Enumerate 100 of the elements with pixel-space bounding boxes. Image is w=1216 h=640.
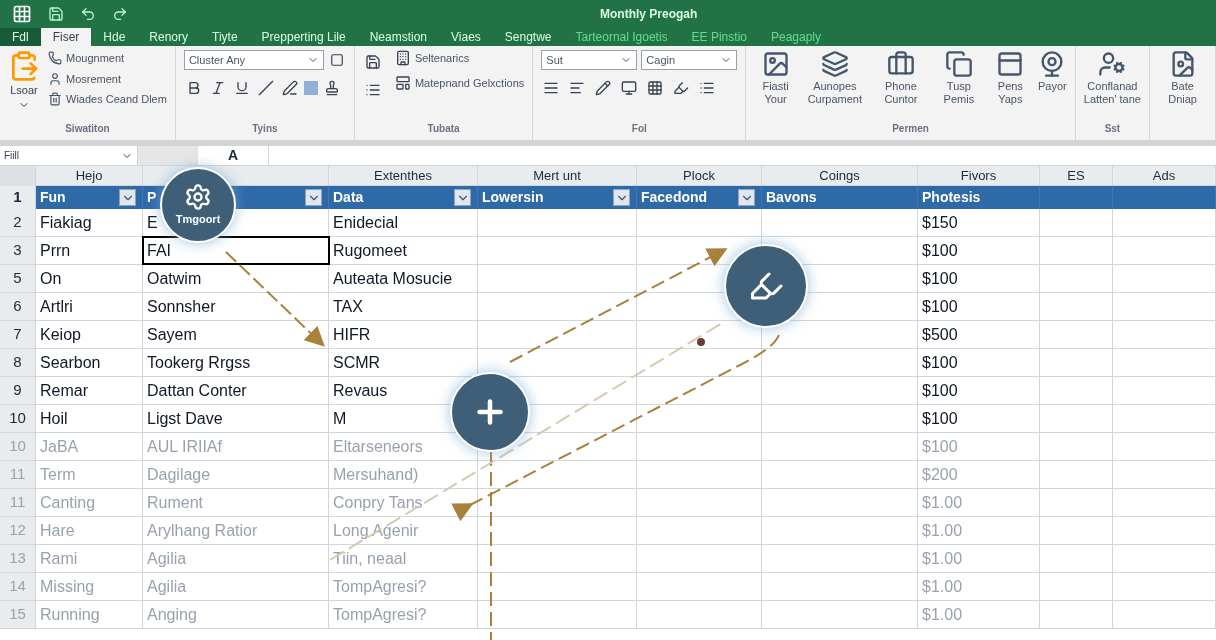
group-label: Fol bbox=[630, 122, 648, 136]
column-header: Mert unt bbox=[533, 167, 581, 185]
floating-action-bubble[interactable] bbox=[450, 372, 530, 452]
filter-button[interactable] bbox=[454, 189, 471, 206]
ribbon-large-button[interactable]: Payor bbox=[1037, 50, 1067, 106]
ribbon-tab[interactable]: Hde bbox=[91, 28, 138, 46]
table-cell-text: $100 bbox=[922, 268, 958, 289]
ribbon-large-button[interactable]: Pens Yaps bbox=[988, 50, 1032, 106]
filter-button[interactable] bbox=[119, 189, 136, 206]
table-cell-text: Eltarseneors bbox=[333, 436, 423, 457]
ribbon-tab[interactable]: Viaes bbox=[439, 28, 493, 46]
ribbon-tab[interactable]: Neamstion bbox=[357, 28, 440, 46]
table-cell-text: Running bbox=[40, 604, 100, 625]
ribbon-command[interactable]: Wiades Ceand Dlem bbox=[48, 91, 167, 108]
table-cell-text: Oatwim bbox=[147, 268, 202, 289]
ribbon-tab[interactable]: Tiyte bbox=[200, 28, 250, 46]
table-cell-text: Remar bbox=[40, 380, 88, 401]
table-cell-text: JaBA bbox=[40, 436, 79, 457]
table-cell-text: On bbox=[40, 268, 62, 289]
table-cell-text: Sayem bbox=[147, 324, 197, 345]
table-cell-text: Agilia bbox=[147, 576, 187, 597]
table-cell-text: $100 bbox=[922, 408, 958, 429]
copy-icon bbox=[944, 50, 973, 78]
table-header-cell-text: Photesis bbox=[922, 188, 981, 207]
column-header: Plock bbox=[683, 167, 715, 185]
ribbon-large-button[interactable]: Fiasti Your bbox=[754, 50, 797, 106]
group-label: Permen bbox=[891, 122, 930, 136]
person-icon bbox=[1098, 50, 1127, 78]
table-cell-text: $500 bbox=[922, 324, 958, 345]
table-cell-text: Enidecial bbox=[333, 212, 398, 233]
ribbon-command[interactable]: Seltenarics bbox=[394, 50, 525, 67]
column-header: Ads bbox=[1152, 167, 1176, 185]
ribbon-tab[interactable]: Fiser bbox=[40, 28, 92, 46]
group-label: Siwatiton bbox=[64, 122, 111, 136]
ribbon-large-button[interactable]: Phone Cuntor bbox=[872, 50, 930, 106]
table-cell-text: Dattan Conter bbox=[147, 380, 247, 401]
ribbon-tab[interactable]: Prepperting Lile bbox=[249, 28, 358, 46]
ribbon-command[interactable]: Mosrement bbox=[48, 70, 167, 87]
font-dropdown[interactable]: Cluster Any bbox=[183, 50, 324, 70]
table-cell-text: Agilia bbox=[147, 548, 187, 569]
fill-color-swatch[interactable] bbox=[303, 81, 318, 95]
table-cell-text: Conpry Tans bbox=[333, 492, 423, 513]
table-cell-text: Dagilage bbox=[147, 464, 211, 485]
function-button[interactable]: A bbox=[198, 146, 268, 165]
table-cell-text: $1.00 bbox=[922, 548, 963, 569]
table-cell-text: Prrn bbox=[40, 240, 71, 261]
table-cell-text: FAI bbox=[147, 240, 171, 261]
table-cell-text: $100 bbox=[922, 296, 958, 317]
row-number: 14 bbox=[0, 573, 36, 600]
table-header-cell-text: Facedond bbox=[641, 188, 708, 207]
table-header-cell-text: P bbox=[147, 188, 157, 207]
dot bbox=[697, 338, 705, 346]
undo-icon bbox=[80, 6, 96, 22]
table-cell-text: E bbox=[147, 212, 158, 233]
group-label: Tyins bbox=[251, 122, 279, 136]
picture-icon bbox=[761, 50, 790, 78]
table-cell-text: Long Agenir bbox=[333, 520, 419, 541]
ribbon-command[interactable]: Mougnment bbox=[48, 50, 167, 67]
table-cell-text: Rument bbox=[147, 492, 204, 513]
row-number: 10 bbox=[0, 405, 36, 432]
table-cell-text: $1.00 bbox=[922, 576, 963, 597]
layers-icon bbox=[820, 50, 849, 78]
table-cell-text: Searbon bbox=[40, 352, 101, 373]
row-number: 11 bbox=[0, 461, 36, 488]
style-dropdown[interactable]: Sut bbox=[541, 50, 638, 70]
ribbon-large-button[interactable]: Tusp Pemis bbox=[935, 50, 983, 106]
table-cell-text: Anging bbox=[147, 604, 197, 625]
table-cell-text: Mersuhand) bbox=[333, 464, 419, 485]
ribbon-large-button[interactable]: Conflanad Latten' tane bbox=[1083, 50, 1142, 106]
row-number: 6 bbox=[0, 293, 36, 320]
table-cell-text: TAX bbox=[333, 296, 363, 317]
table-cell-text: Tookerg Rrgss bbox=[147, 352, 251, 373]
ribbon-large-button[interactable]: Bate Dniap bbox=[1158, 50, 1207, 106]
row-number: 15 bbox=[0, 601, 36, 628]
group-label: Tubata bbox=[426, 122, 461, 136]
table-cell-text: Tiin, neaal bbox=[333, 548, 407, 569]
table-cell-text: $100 bbox=[922, 240, 958, 261]
filter-button[interactable] bbox=[738, 189, 755, 206]
table-cell-text: Arylhang Ratior bbox=[147, 520, 258, 541]
table-cell-text: AUL IRIIAf bbox=[147, 436, 222, 457]
row-number: 3 bbox=[0, 237, 36, 264]
redo-icon bbox=[112, 6, 128, 22]
ribbon-large-button[interactable]: Aunopes Curpament bbox=[802, 50, 867, 106]
table-cell-text: Term bbox=[40, 464, 76, 485]
phone-icon bbox=[48, 51, 62, 66]
window-icon bbox=[996, 50, 1025, 78]
filter-button[interactable] bbox=[613, 189, 630, 206]
paste-button[interactable]: Lsoar bbox=[8, 50, 40, 111]
ribbon-command[interactable]: Matepnand Gelxctions bbox=[394, 74, 525, 91]
column-header: Fivors bbox=[960, 167, 997, 185]
table-cell-text: Keiop bbox=[40, 324, 81, 345]
floating-action-bubble[interactable] bbox=[724, 244, 808, 328]
row-number: 10 bbox=[0, 433, 36, 460]
table-cell-text: $1.00 bbox=[922, 604, 963, 625]
filter-button[interactable] bbox=[305, 189, 322, 206]
table-header-cell-text: Data bbox=[333, 188, 364, 207]
style-dropdown[interactable]: Cagin bbox=[641, 50, 738, 70]
ribbon-tab[interactable]: Sengtwe bbox=[492, 28, 564, 46]
ribbon-tab[interactable]: Fdl bbox=[0, 28, 41, 46]
ribbon-tab[interactable]: Renory bbox=[137, 28, 201, 46]
